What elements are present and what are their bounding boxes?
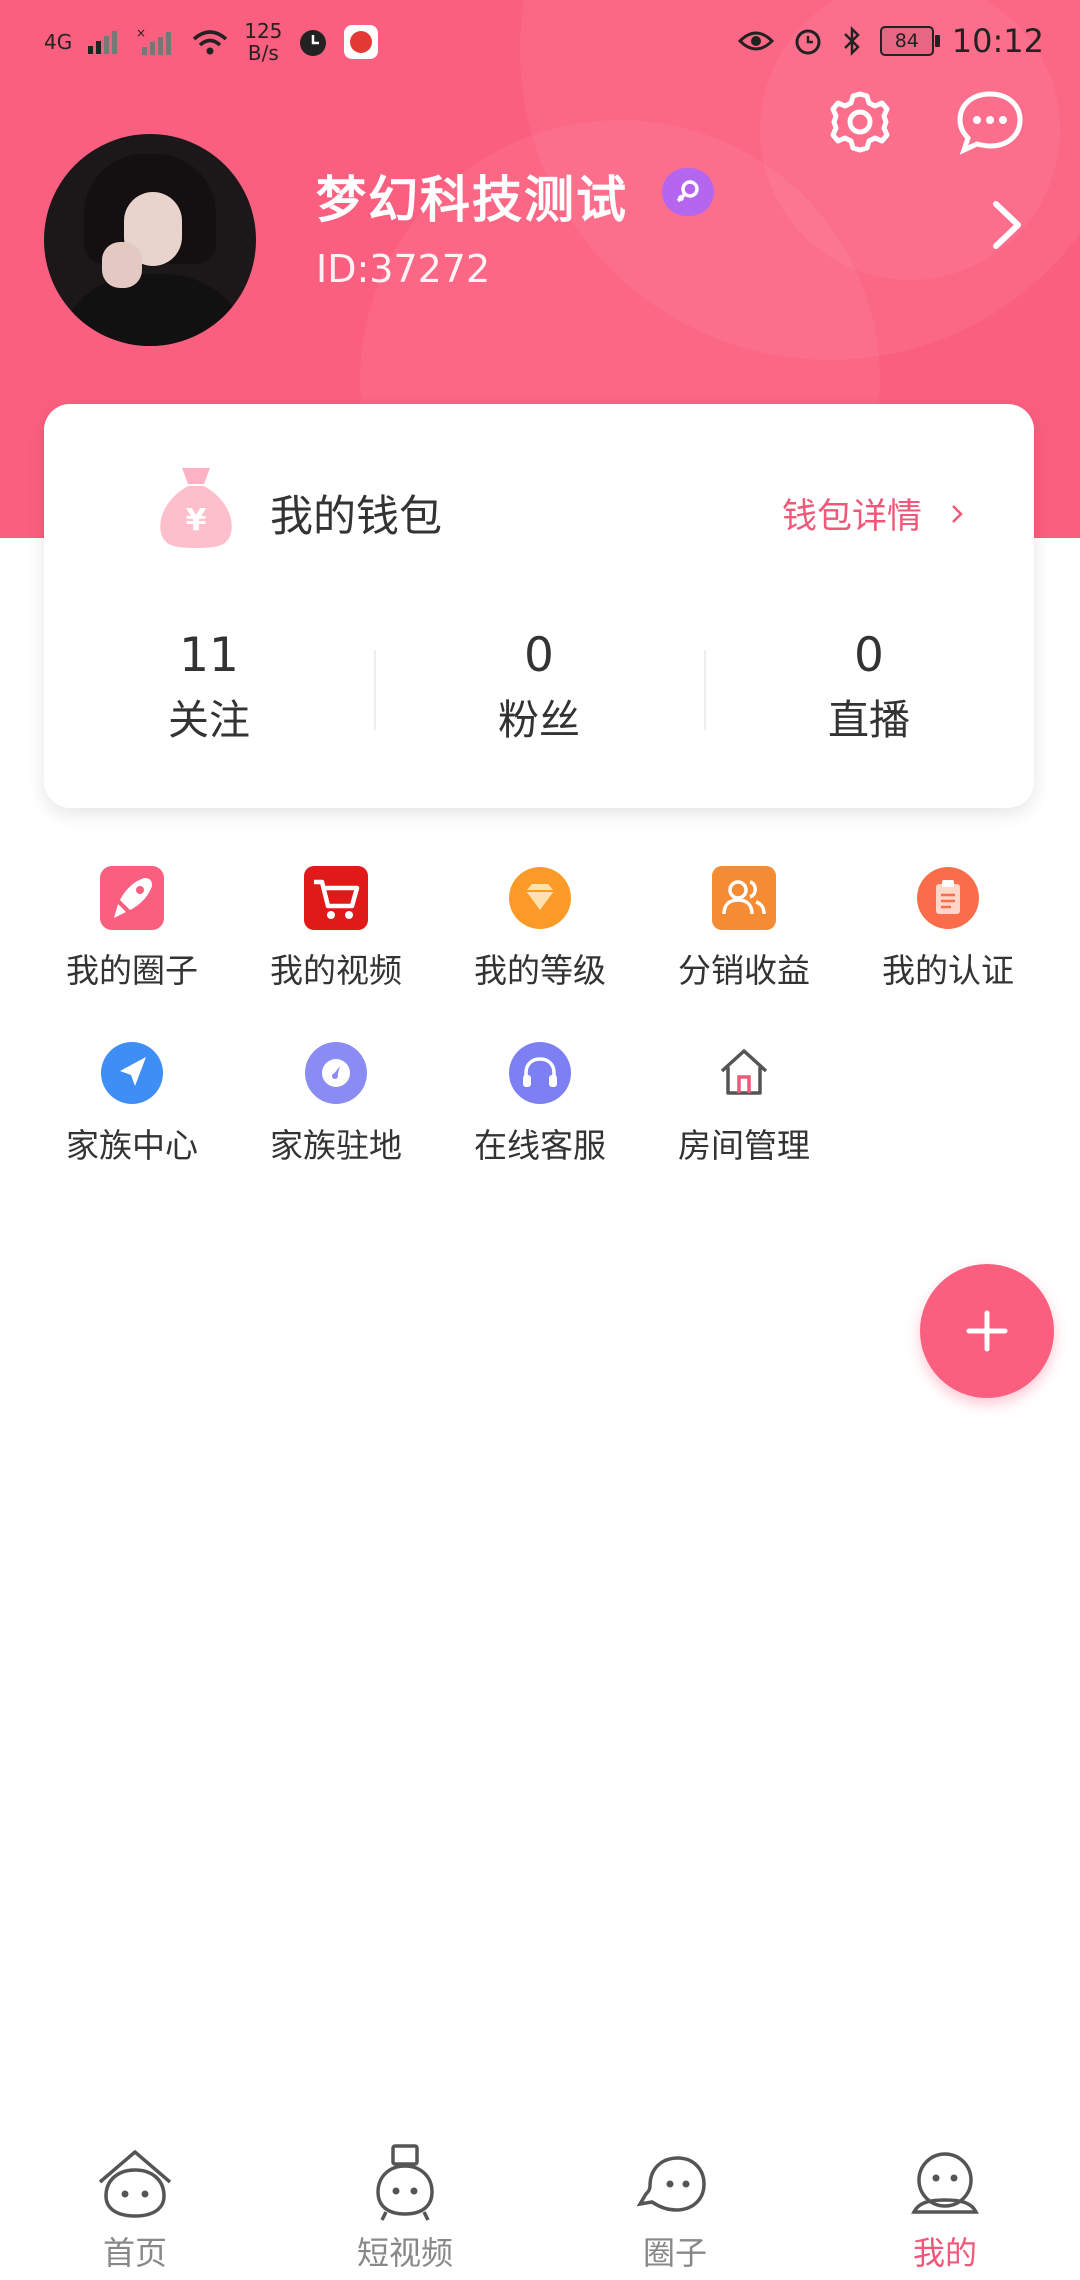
- nav-label: 圈子: [642, 2234, 707, 2272]
- app-notification-icon: [344, 25, 379, 59]
- nav-label: 首页: [102, 2234, 167, 2272]
- cart-icon: [304, 866, 368, 930]
- network-speed: 125 B/s: [244, 20, 282, 64]
- menu-item-family-center[interactable]: 家族中心: [30, 1039, 234, 1214]
- home-icon: [720, 1049, 768, 1095]
- menu-item-online-service[interactable]: 在线客服: [438, 1039, 642, 1214]
- video-face-icon: [376, 2144, 434, 2221]
- menu-item-label: 我的圈子: [66, 951, 198, 990]
- stat-following[interactable]: 11 关注: [44, 626, 374, 756]
- add-button[interactable]: [920, 1264, 1054, 1398]
- nav-me[interactable]: 我的: [810, 2120, 1080, 2280]
- menu-item-label: 我的等级: [474, 951, 606, 990]
- stat-value: 0: [854, 628, 884, 683]
- wallet-detail-link[interactable]: 钱包详情: [782, 488, 964, 539]
- menu-item-family-station[interactable]: 家族驻地: [234, 1039, 438, 1214]
- status-bar: 4G × 125 B/s 84 10:12: [0, 0, 1080, 92]
- rocket-icon: [100, 866, 164, 930]
- signal-off-icon: ×: [136, 27, 172, 55]
- menu-item-label: 在线客服: [474, 1126, 606, 1165]
- menu-item-room-management[interactable]: 房间管理: [642, 1039, 846, 1214]
- compass-icon: [305, 1042, 367, 1104]
- menu-item-label: 家族中心: [66, 1126, 198, 1165]
- headset-icon: [509, 1042, 571, 1104]
- chevron-right-icon: [952, 504, 963, 523]
- eye-icon: [737, 31, 774, 51]
- wifi-icon: [193, 30, 228, 55]
- svg-text:¥: ¥: [186, 503, 207, 538]
- home-face-icon: [98, 2150, 172, 2218]
- stat-label: 直播: [828, 696, 910, 744]
- users-icon: [712, 866, 776, 930]
- chat-face-icon: [636, 2156, 706, 2212]
- message-icon[interactable]: [954, 86, 1026, 158]
- me-face-icon: [911, 2152, 979, 2214]
- nav-home[interactable]: 首页: [0, 2120, 270, 2280]
- signal-icon: [88, 31, 118, 54]
- bottom-navigation: 首页 短视频 圈子 我的: [0, 2120, 1080, 2280]
- menu-item-label: 分销收益: [678, 951, 810, 990]
- avatar[interactable]: [44, 134, 256, 346]
- chevron-right-icon[interactable]: [988, 200, 1028, 250]
- menu-item-label: 我的视频: [270, 951, 402, 990]
- alarm-icon: [795, 29, 821, 55]
- stat-label: 粉丝: [498, 696, 580, 744]
- menu-item-label: 家族驻地: [270, 1126, 402, 1165]
- nav-short-video[interactable]: 短视频: [270, 2120, 540, 2280]
- plus-icon: [966, 1310, 1008, 1352]
- user-id: ID:37272: [316, 247, 491, 291]
- menu-item-my-circle[interactable]: 我的圈子: [30, 864, 234, 1039]
- clipboard-icon: [917, 867, 979, 929]
- settings-icon[interactable]: [824, 86, 896, 158]
- speed-value: 125: [244, 19, 283, 43]
- clock: 10:12: [951, 22, 1044, 60]
- battery-icon: 84: [879, 26, 940, 56]
- diamond-icon: [509, 867, 571, 929]
- stat-fans[interactable]: 0 粉丝: [374, 626, 704, 756]
- menu-item-distribution-income[interactable]: 分销收益: [642, 864, 846, 1039]
- menu-item-label: 我的认证: [882, 951, 1014, 990]
- bluetooth-icon: [843, 25, 860, 57]
- stats-row: 11 关注 0 粉丝 0 直播: [44, 626, 1034, 756]
- user-name: 梦幻科技测试: [316, 171, 628, 229]
- svg-text:×: ×: [136, 27, 146, 40]
- menu-grid: 我的圈子 我的视频 我的等级 分销收益 我的认证 家族中心 家族驻地 在线客服 …: [0, 864, 1080, 1214]
- stat-label: 关注: [168, 696, 250, 744]
- speed-unit: B/s: [247, 41, 279, 65]
- stat-value: 0: [524, 628, 554, 683]
- nav-circle[interactable]: 圈子: [540, 2120, 810, 2280]
- wallet-detail-label: 钱包详情: [781, 497, 922, 537]
- alarm-app-icon: [300, 30, 327, 56]
- stat-value: 11: [179, 628, 239, 683]
- stat-live[interactable]: 0 直播: [704, 626, 1034, 756]
- nav-label: 我的: [912, 2234, 977, 2272]
- money-bag-icon: ¥: [160, 468, 232, 548]
- menu-item-label: 房间管理: [678, 1126, 810, 1165]
- nav-label: 短视频: [356, 2234, 453, 2272]
- gender-female-icon: [662, 168, 714, 216]
- menu-item-my-certification[interactable]: 我的认证: [846, 864, 1050, 1039]
- menu-item-my-level[interactable]: 我的等级: [438, 864, 642, 1039]
- navigation-icon: [101, 1042, 163, 1104]
- wallet-title: 我的钱包: [270, 492, 442, 542]
- menu-item-my-video[interactable]: 我的视频: [234, 864, 438, 1039]
- network-label: 4G: [44, 30, 73, 54]
- wallet-card: ¥ 我的钱包 钱包详情 11 关注 0 粉丝 0 直播: [44, 404, 1034, 808]
